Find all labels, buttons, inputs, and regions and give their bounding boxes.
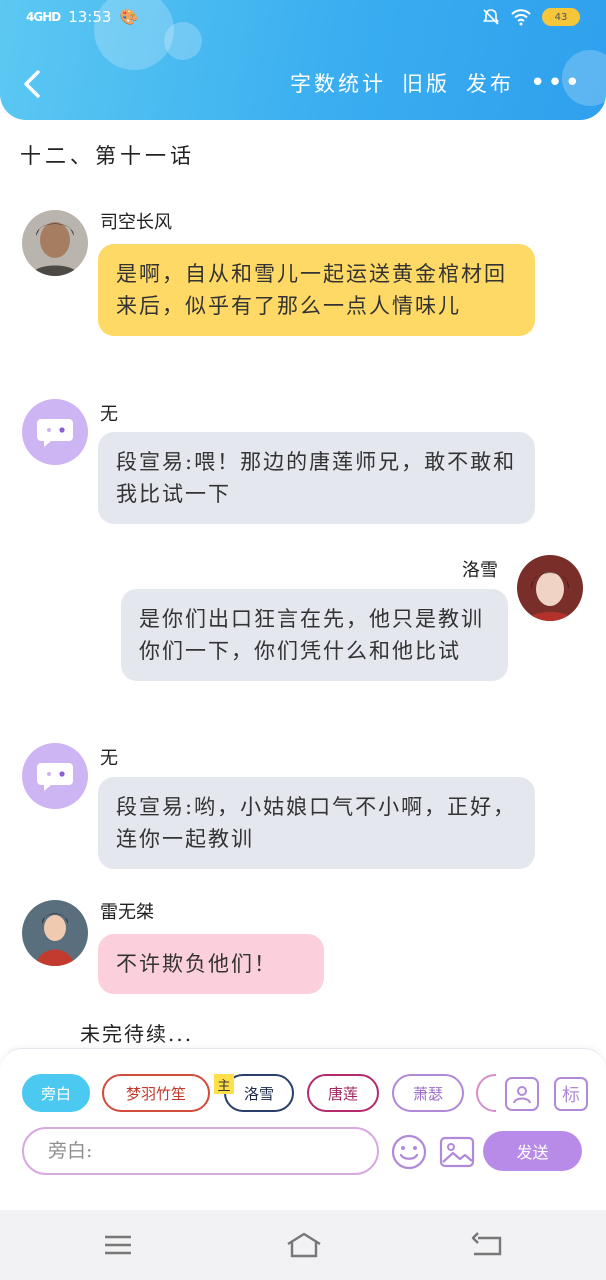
system-nav-bar	[0, 1210, 606, 1280]
role-chip[interactable]: 唐莲	[307, 1074, 379, 1112]
word-count-button[interactable]: 字数统计	[290, 68, 386, 98]
message-composer: 旁白 梦羽竹笙 洛雪 唐莲 萧瑟 标 发送	[0, 1048, 606, 1210]
back-nav-icon[interactable]	[470, 1230, 504, 1260]
old-version-button[interactable]: 旧版	[402, 68, 450, 98]
chapter-title: 十二、第十一话	[20, 144, 195, 168]
chat-ghost-icon	[37, 419, 73, 447]
avatar[interactable]	[517, 555, 583, 621]
back-arrow-icon[interactable]	[18, 64, 48, 104]
message-bubble[interactable]: 段宣易:喂！那边的唐莲师兄，敢不敢和我比试一下	[98, 432, 535, 524]
speaker-name: 无	[100, 748, 118, 769]
mute-bell-icon	[482, 9, 500, 25]
header-actions: 字数统计 旧版 发布 •••	[290, 68, 582, 98]
message-bubble[interactable]: 是啊，自从和雪儿一起运送黄金棺材回来后，似乎有了那么一点人情味儿	[98, 244, 535, 336]
status-bar: 4GHD 13:53 🎨 43	[26, 8, 580, 32]
chat-ghost-icon	[37, 763, 73, 791]
message-bubble[interactable]: 不许欺负他们！	[98, 934, 324, 994]
message-input[interactable]	[22, 1127, 379, 1175]
default-avatar[interactable]	[22, 743, 88, 809]
role-chip[interactable]: 梦羽竹笙	[102, 1074, 210, 1112]
speaker-name: 司空长风	[100, 212, 172, 233]
speaker-name: 雷无桀	[100, 902, 154, 923]
tag-button[interactable]: 标	[554, 1077, 588, 1111]
person-card-icon	[513, 1086, 531, 1104]
publish-button[interactable]: 发布	[466, 68, 514, 98]
speaker-name: 洛雪	[462, 560, 498, 581]
emoji-icon[interactable]	[390, 1133, 428, 1171]
top-header: 4GHD 13:53 🎨 43 字数统计 旧版 发布 •••	[0, 0, 606, 120]
add-character-button[interactable]	[505, 1077, 539, 1111]
to-be-continued-label: 未完待续...	[80, 1022, 194, 1046]
speaker-name: 无	[100, 404, 118, 425]
message-bubble[interactable]: 段宣易:哟，小姑娘口气不小啊，正好，连你一起教训	[98, 777, 535, 869]
role-chip-partial[interactable]	[476, 1074, 496, 1112]
clock: 13:53	[68, 8, 112, 26]
avatar[interactable]	[22, 210, 88, 276]
avatar[interactable]	[22, 900, 88, 966]
role-chip[interactable]: 萧瑟	[392, 1074, 464, 1112]
image-icon[interactable]	[438, 1133, 476, 1171]
send-button[interactable]: 发送	[483, 1131, 582, 1171]
default-avatar[interactable]	[22, 399, 88, 465]
role-chip[interactable]: 洛雪	[224, 1074, 294, 1112]
lead-role-badge: 主	[214, 1074, 234, 1094]
palette-icon: 🎨	[119, 8, 139, 26]
message-bubble[interactable]: 是你们出口狂言在先，他只是教训你们一下，你们凭什么和他比试	[121, 589, 508, 681]
more-options-button[interactable]: •••	[530, 70, 582, 96]
menu-icon[interactable]	[101, 1230, 135, 1260]
battery-indicator: 43	[542, 8, 580, 26]
network-indicator: 4GHD	[26, 10, 61, 24]
home-icon[interactable]	[284, 1230, 324, 1260]
wifi-icon	[511, 9, 531, 26]
role-chip-narrator[interactable]: 旁白	[22, 1074, 90, 1112]
